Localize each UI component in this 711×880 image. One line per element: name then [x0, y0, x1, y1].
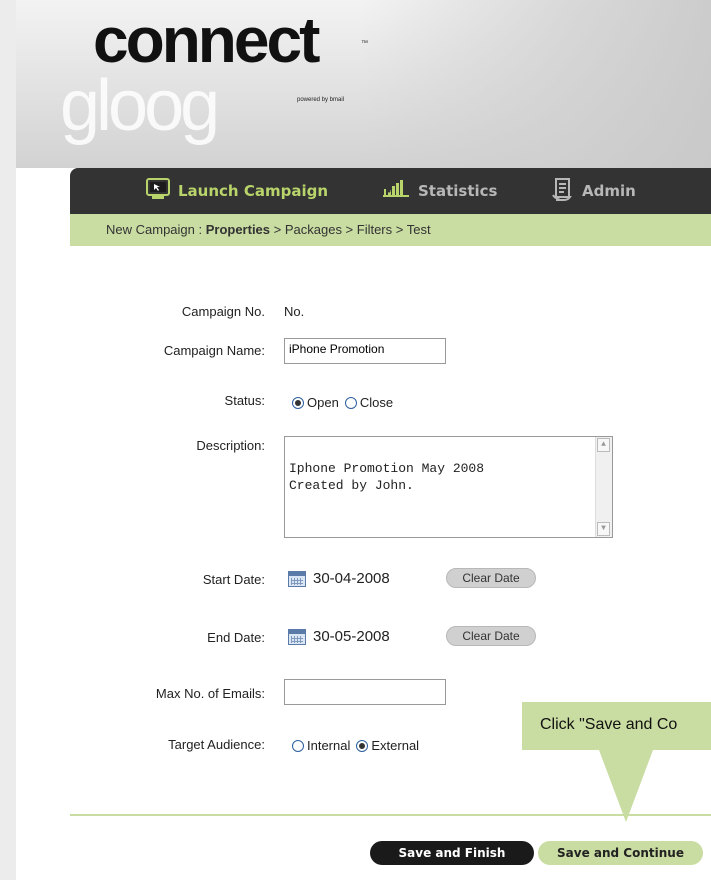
monitor-icon — [146, 177, 170, 205]
save-and-finish-button[interactable]: Save and Finish — [370, 841, 534, 865]
campaign-no-label: Campaign No. — [181, 304, 265, 319]
nav-admin[interactable]: Admin — [552, 177, 636, 206]
nav-launch-campaign[interactable]: Launch Campaign — [146, 177, 329, 205]
tooltip: Click "Save and Co — [522, 702, 711, 750]
campaign-name-field[interactable]: iPhone Promotion — [284, 338, 446, 364]
description-scrollbar[interactable]: ▲ ▼ — [595, 437, 612, 537]
audience-external-option[interactable]: External — [356, 738, 419, 753]
left-margin — [0, 0, 16, 880]
header-decoration — [360, 0, 711, 168]
main-nav: Launch Campaign Statistics Admin — [70, 168, 711, 214]
document-icon — [552, 177, 574, 206]
max-emails-field[interactable] — [284, 679, 446, 705]
max-emails-label: Max No. of Emails: — [155, 686, 265, 701]
page: gloog connect ™ powered by bmail Launch … — [0, 0, 711, 880]
form-divider — [70, 814, 711, 816]
logo-sub: gloog — [60, 66, 220, 146]
clear-start-date-button[interactable]: Clear Date — [446, 568, 536, 588]
campaign-name-label: Campaign Name: — [163, 343, 265, 358]
tooltip-text: Click "Save and Co — [540, 716, 678, 733]
description-label: Description: — [196, 438, 265, 453]
description-textarea[interactable]: Iphone Promotion May 2008 Created by Joh… — [284, 436, 613, 538]
tooltip-arrow — [599, 750, 653, 822]
scroll-down-icon[interactable]: ▼ — [597, 522, 610, 536]
audience-internal-option[interactable]: Internal — [292, 738, 350, 753]
logo-trademark: ™ — [361, 40, 368, 47]
bar-chart-icon — [382, 179, 410, 204]
logo-powered-by: powered by bmail — [297, 97, 345, 103]
breadcrumb-current: Properties — [205, 222, 271, 237]
breadcrumb: New Campaign : Properties > Packages > F… — [70, 214, 711, 246]
audience-external-label: External — [371, 738, 420, 753]
nav-admin-label: Admin — [582, 182, 636, 200]
calendar-icon[interactable] — [288, 629, 306, 645]
breadcrumb-prefix: New Campaign : — [106, 222, 206, 237]
clear-end-date-button[interactable]: Clear Date — [446, 626, 536, 646]
nav-launch-campaign-label: Launch Campaign — [178, 182, 329, 200]
radio-checked-icon — [292, 397, 304, 409]
start-date-value: 30-04-2008 — [313, 570, 390, 587]
radio-unchecked-icon — [292, 740, 304, 752]
breadcrumb-steps: > Packages > Filters > Test — [270, 222, 431, 237]
target-audience-label: Target Audience: — [168, 737, 265, 752]
status-label: Status: — [224, 393, 265, 408]
status-close-label: Close — [359, 395, 394, 410]
description-text: Iphone Promotion May 2008 Created by Joh… — [289, 461, 485, 493]
save-and-continue-button[interactable]: Save and Continue — [538, 841, 703, 865]
status-open-label: Open — [307, 395, 339, 410]
campaign-no-value: No. — [284, 304, 305, 319]
calendar-icon[interactable] — [288, 571, 306, 587]
status-radio-group: Open Close — [292, 395, 399, 410]
end-date-value: 30-05-2008 — [313, 628, 390, 645]
radio-checked-icon — [356, 740, 369, 752]
status-close-option[interactable]: Close — [344, 395, 394, 410]
end-date-label: End Date: — [207, 630, 265, 645]
status-open-option[interactable]: Open — [292, 395, 339, 410]
nav-statistics-label: Statistics — [418, 182, 498, 200]
start-date-label: Start Date: — [202, 572, 265, 587]
logo: connect — [93, 4, 320, 76]
target-audience-radio-group: Internal External — [292, 738, 425, 753]
scroll-up-icon[interactable]: ▲ — [597, 438, 610, 452]
radio-unchecked-icon — [344, 397, 357, 409]
nav-statistics[interactable]: Statistics — [382, 178, 497, 204]
audience-internal-label: Internal — [307, 738, 351, 753]
